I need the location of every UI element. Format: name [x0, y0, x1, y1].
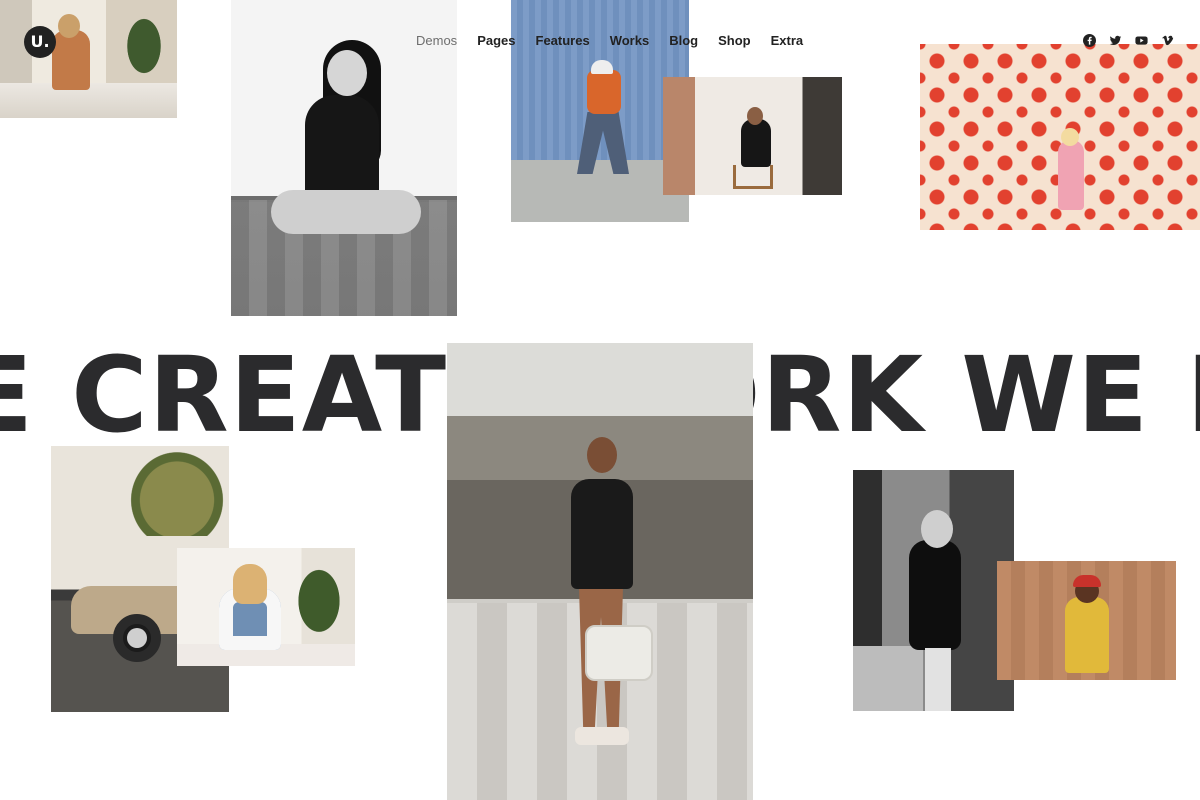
main-nav: Demos Pages Features Works Blog Shop Ext…: [416, 33, 803, 49]
nav-item-works[interactable]: Works: [610, 33, 650, 49]
gallery-photo-tshirt[interactable]: [177, 548, 355, 666]
photo-detail: [125, 446, 229, 536]
gallery-photo-bedroom[interactable]: [0, 0, 177, 118]
gallery-photo-featured-model[interactable]: [447, 343, 753, 800]
photo-detail: [733, 165, 773, 189]
photo-detail: [1061, 128, 1079, 146]
photo-detail: [1065, 597, 1109, 673]
brand-logo[interactable]: U.: [24, 26, 56, 58]
gallery-photo-room-chair[interactable]: [663, 77, 842, 195]
nav-item-pages[interactable]: Pages: [477, 33, 515, 49]
photo-detail: [587, 437, 617, 473]
photo-detail: [58, 14, 80, 38]
social-links: [1083, 34, 1174, 47]
gallery-photo-polka-dots[interactable]: [920, 44, 1200, 230]
brand-logo-text: U.: [30, 32, 50, 51]
nav-item-shop[interactable]: Shop: [718, 33, 751, 49]
photo-detail: [127, 628, 147, 648]
gallery-photo-yellow-suit[interactable]: [997, 561, 1176, 680]
vimeo-icon[interactable]: [1161, 34, 1174, 47]
photo-detail: [327, 50, 367, 96]
photo-detail: [271, 190, 421, 234]
photo-detail: [575, 727, 629, 745]
photo-detail: [571, 479, 633, 589]
photo-detail: [289, 564, 349, 646]
photo-detail: [585, 625, 653, 681]
nav-item-features[interactable]: Features: [536, 33, 590, 49]
photo-detail: [1073, 575, 1101, 587]
photo-detail: [52, 30, 90, 90]
twitter-icon[interactable]: [1109, 34, 1122, 47]
nav-item-blog[interactable]: Blog: [669, 33, 698, 49]
nav-item-extra[interactable]: Extra: [771, 33, 804, 49]
photo-detail: [853, 646, 923, 711]
nav-item-demos[interactable]: Demos: [416, 33, 457, 49]
photo-detail: [741, 119, 771, 167]
photo-detail: [921, 510, 953, 548]
photo-detail: [233, 564, 267, 604]
photo-detail: [587, 70, 621, 114]
photo-detail: [747, 107, 763, 125]
gallery-photo-bw-smoking[interactable]: [853, 470, 1014, 711]
photo-detail: [118, 18, 170, 88]
photo-detail: [925, 648, 951, 711]
youtube-icon[interactable]: [1135, 34, 1148, 47]
photo-detail: [1058, 140, 1084, 210]
photo-detail: [909, 540, 961, 650]
photo-detail: [591, 60, 613, 74]
facebook-icon[interactable]: [1083, 34, 1096, 47]
